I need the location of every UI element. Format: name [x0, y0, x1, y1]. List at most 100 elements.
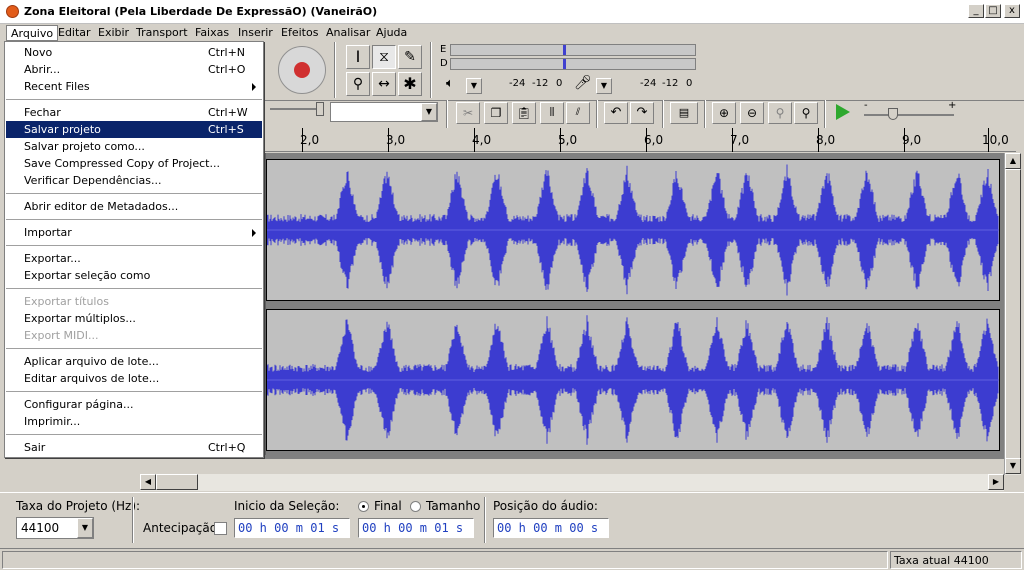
scroll-down-button[interactable]: ▼: [1005, 458, 1021, 474]
snap-checkbox[interactable]: [214, 522, 227, 535]
menu-transport[interactable]: Transport: [132, 25, 192, 41]
menu-item-novo[interactable]: Novo Ctrl+N: [6, 44, 262, 61]
speed-slider-thumb[interactable]: [316, 102, 324, 116]
magnifier-icon: ⚲: [352, 76, 364, 92]
play-at-speed-icon[interactable]: [836, 104, 850, 120]
menu-item-editar-lote[interactable]: Editar arquivos de lote...: [6, 370, 262, 387]
app-icon: [6, 5, 19, 18]
fit-selection-button[interactable]: ⚲: [768, 102, 792, 124]
menu-ajuda[interactable]: Ajuda: [372, 25, 411, 41]
end-radio[interactable]: [358, 501, 369, 512]
undo-button[interactable]: ↶: [604, 102, 628, 124]
menu-separator: [6, 219, 262, 221]
arrow-up-icon: ▲: [1009, 156, 1017, 165]
silence-button[interactable]: ⫽: [566, 102, 590, 124]
scroll-right-button[interactable]: ▶: [988, 474, 1004, 490]
menu-item-configurar-pagina[interactable]: Configurar página...: [6, 396, 262, 413]
toolbar-separator: [446, 100, 448, 128]
menu-item-metadados[interactable]: Abrir editor de Metadados...: [6, 198, 262, 215]
multi-tool[interactable]: ✱: [398, 72, 422, 96]
selection-end-time[interactable]: 00 h 00 m 01 s: [358, 518, 474, 538]
menu-item-fechar[interactable]: Fechar Ctrl+W: [6, 104, 262, 121]
draw-tool[interactable]: ✎: [398, 45, 422, 69]
menu-item-verificar[interactable]: Verificar Dependências...: [6, 172, 262, 189]
menu-arquivo[interactable]: Arquivo: [6, 25, 59, 41]
ruler-label: 2,0: [300, 133, 320, 147]
waveform-left: [266, 164, 999, 296]
select-tool[interactable]: I: [346, 45, 370, 69]
record-button[interactable]: [278, 46, 326, 94]
menu-item-recent-files[interactable]: Recent Files: [6, 78, 262, 95]
waveform-channel-left[interactable]: [266, 159, 1000, 301]
paste-button[interactable]: 📋︎: [512, 102, 536, 124]
speed-slider-track[interactable]: [270, 108, 322, 110]
snap-label: Antecipação: [143, 521, 218, 535]
meter-left-label: E: [440, 44, 447, 55]
minimize-button[interactable]: _: [968, 4, 984, 18]
selbar-separator: [132, 497, 134, 543]
menu-item-importar[interactable]: Importar: [6, 224, 262, 241]
project-rate-dropdown[interactable]: ▼: [77, 518, 93, 538]
menu-item-abrir[interactable]: Abrir... Ctrl+O: [6, 61, 262, 78]
trim-button[interactable]: ⫼: [540, 102, 564, 124]
fit-project-button[interactable]: ⚲: [794, 102, 818, 124]
waveform-channel-right[interactable]: [266, 309, 1000, 451]
zoom-out-button[interactable]: ⊖: [740, 102, 764, 124]
menu-inserir[interactable]: Inserir: [234, 25, 277, 41]
audio-position-time[interactable]: 00 h 00 m 00 s: [493, 518, 609, 538]
status-rate: Taxa atual 44100: [890, 551, 1022, 569]
menu-faixas[interactable]: Faixas: [191, 25, 233, 41]
menu-separator: [6, 391, 262, 393]
menu-efeitos[interactable]: Efeitos: [277, 25, 322, 41]
selection-start-time[interactable]: 00 h 00 m 01 s: [234, 518, 350, 538]
horizontal-scrollbar[interactable]: ◀ ▶: [140, 474, 1004, 491]
copy-button[interactable]: ❐: [484, 102, 508, 124]
audio-position-label: Posição do áudio:: [493, 499, 598, 513]
vertical-scroll-thumb[interactable]: [1005, 169, 1021, 459]
scroll-up-button[interactable]: ▲: [1005, 153, 1021, 169]
input-meter-menu[interactable]: ▼: [596, 78, 612, 94]
output-meter-menu[interactable]: ▼: [466, 78, 482, 94]
menu-exibir[interactable]: Exibir: [94, 25, 133, 41]
vertical-scrollbar[interactable]: ▲ ▼: [1004, 153, 1021, 475]
redo-button[interactable]: ↷: [630, 102, 654, 124]
toolbar-separator: [824, 100, 826, 128]
device-select[interactable]: ▼: [330, 102, 438, 122]
timeline-ruler[interactable]: 2,0 3,0 4,0 5,0 6,0 7,0 8,0 9,0 10,0: [264, 128, 1016, 152]
zoom-tool[interactable]: ⚲: [346, 72, 370, 96]
toolbar-separator: [596, 100, 598, 128]
maximize-button[interactable]: □: [985, 4, 1001, 18]
menu-item-save-compressed[interactable]: Save Compressed Copy of Project...: [6, 155, 262, 172]
timeshift-tool[interactable]: ↔: [372, 72, 396, 96]
horizontal-scroll-thumb[interactable]: [156, 474, 198, 490]
menu-separator: [6, 99, 262, 101]
track-left-edge: [264, 153, 266, 455]
close-button[interactable]: x: [1004, 4, 1020, 18]
menu-bar: Arquivo Editar Exibir Transport Faixas I…: [0, 24, 1024, 42]
project-rate-select[interactable]: 44100 ▼: [16, 517, 94, 539]
track-area[interactable]: [264, 153, 1016, 459]
menu-item-export-midi: Export MIDI...: [24, 329, 99, 342]
ruler-label: 9,0: [902, 133, 922, 147]
envelope-tool[interactable]: ⧖: [372, 45, 396, 69]
menu-item-exportar-multiplos[interactable]: Exportar múltiplos...: [6, 310, 262, 327]
length-radio[interactable]: [410, 501, 421, 512]
menu-analisar[interactable]: Analisar: [322, 25, 374, 41]
menu-item-exportar-selecao[interactable]: Exportar seleção como: [6, 267, 262, 284]
menu-editar[interactable]: Editar: [54, 25, 95, 41]
ruler-label: 10,0: [982, 133, 1009, 147]
menu-item-aplicar-lote[interactable]: Aplicar arquivo de lote...: [6, 353, 262, 370]
fit-project-icon: ⚲: [801, 106, 811, 120]
cut-button[interactable]: ✂: [456, 102, 480, 124]
menu-item-exportar[interactable]: Exportar...: [6, 250, 262, 267]
sync-lock-button[interactable]: ▤: [670, 102, 698, 124]
menu-item-sair[interactable]: Sair Ctrl+Q: [6, 439, 262, 456]
menu-item-imprimir[interactable]: Imprimir...: [6, 413, 262, 430]
menu-item-salvar-como[interactable]: Salvar projeto como...: [6, 138, 262, 155]
scroll-left-button[interactable]: ◀: [140, 474, 156, 490]
menu-item-salvar-projeto[interactable]: Salvar projeto Ctrl+S: [6, 121, 262, 138]
play-speed-thumb[interactable]: [888, 108, 898, 120]
zoom-in-button[interactable]: ⊕: [712, 102, 736, 124]
play-speed-track[interactable]: [864, 114, 954, 116]
device-select-dropdown[interactable]: ▼: [421, 103, 437, 121]
